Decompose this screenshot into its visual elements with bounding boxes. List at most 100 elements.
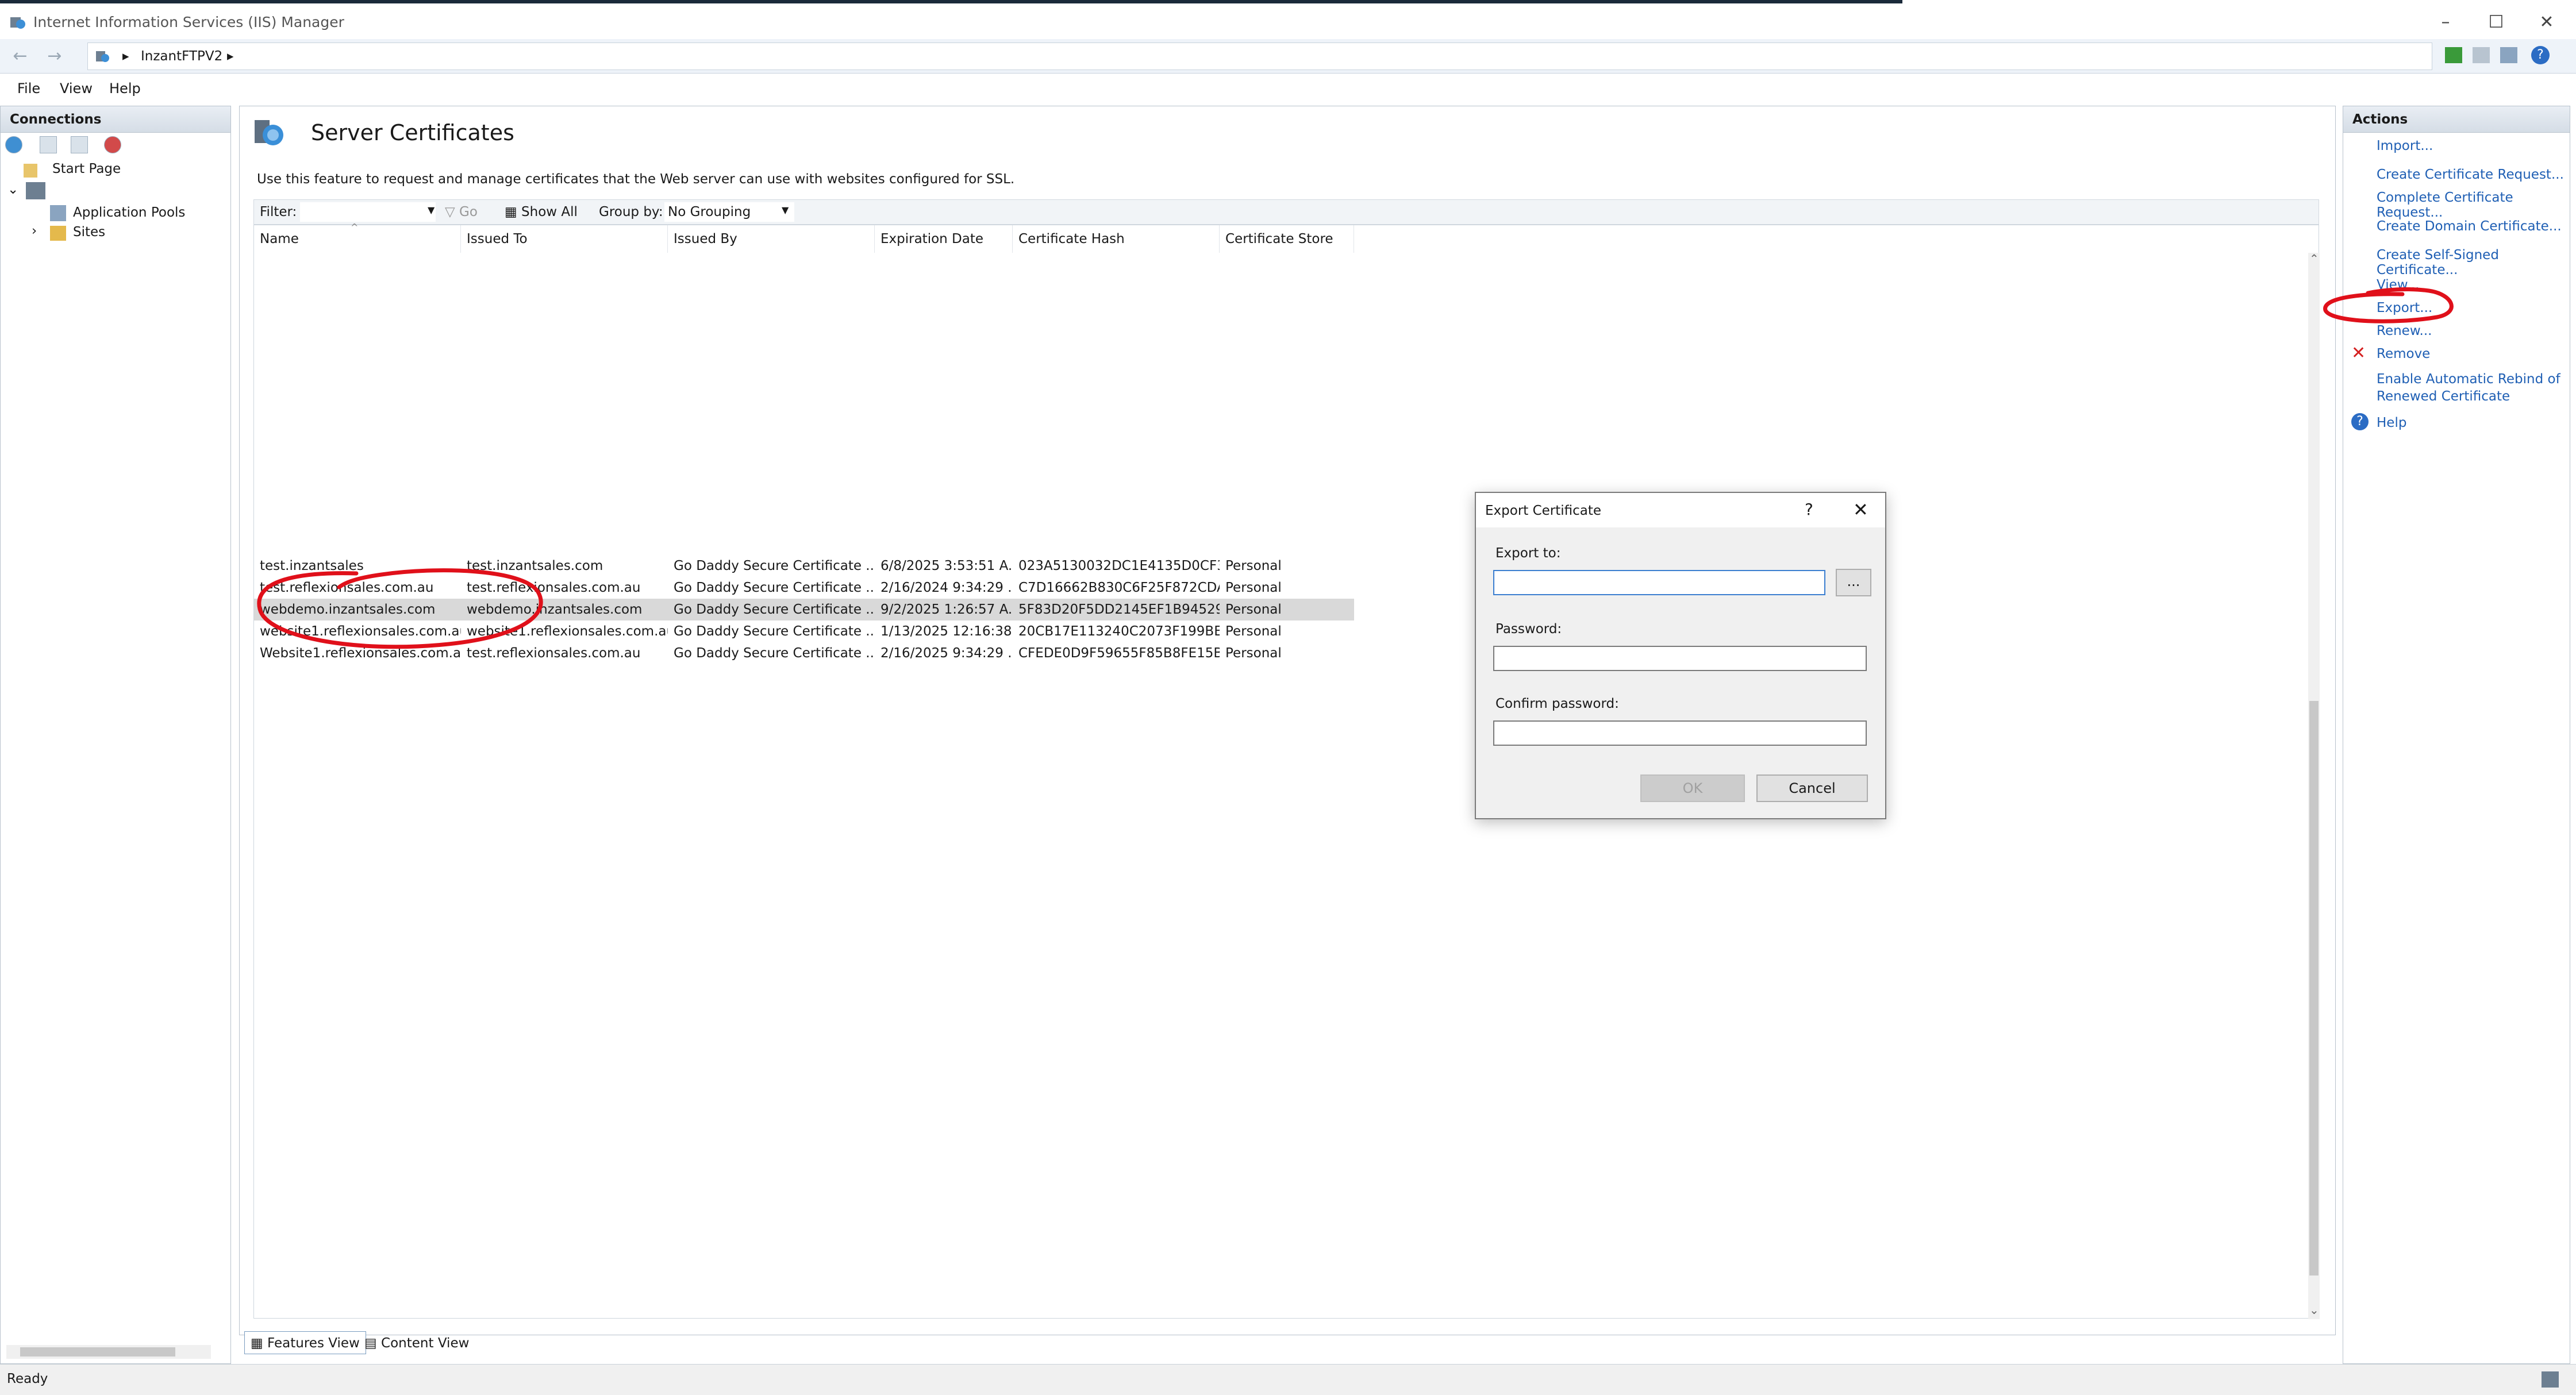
group-by-select[interactable]: No Grouping ▼: [664, 202, 794, 222]
disconnect-icon[interactable]: [104, 136, 121, 153]
table-row-selected[interactable]: webdemo.inzantsales.com webdemo.inzantsa…: [254, 599, 1354, 621]
column-certificate-store[interactable]: Certificate Store: [1220, 225, 1354, 253]
action-create-certificate-request[interactable]: Create Certificate Request...: [2377, 167, 2564, 182]
window-title: Internet Information Services (IIS) Mana…: [33, 14, 344, 30]
breadcrumb-node[interactable]: InzantFTPV2: [141, 49, 222, 64]
filter-dropdown-icon[interactable]: ▼: [428, 205, 435, 215]
home-icon[interactable]: [2500, 47, 2517, 63]
column-expiration-date[interactable]: Expiration Date: [875, 225, 1013, 253]
connect-icon[interactable]: [2445, 47, 2462, 63]
title-bar: Internet Information Services (IIS) Mana…: [0, 3, 2576, 39]
action-import[interactable]: Import...: [2377, 138, 2433, 153]
expand-sites-icon[interactable]: ›: [32, 223, 37, 238]
action-create-self-signed-certificate[interactable]: Create Self-Signed Certificate...: [2377, 248, 2570, 278]
vscroll-thumb[interactable]: [2309, 701, 2319, 1275]
browse-button[interactable]: ...: [1836, 569, 1871, 596]
features-view-icon: ▦: [251, 1336, 263, 1351]
table-row[interactable]: website1.reflexionsales.com.au website1.…: [254, 621, 1354, 642]
password-input[interactable]: [1493, 646, 1867, 671]
dialog-title-bar: Export Certificate ? ✕: [1476, 493, 1885, 527]
page-title: Server Certificates: [311, 120, 514, 145]
server-certificates-icon: [255, 120, 283, 145]
menu-bar: File View Help: [0, 74, 2576, 102]
connections-hscroll[interactable]: [6, 1345, 211, 1359]
page-description: Use this feature to request and manage c…: [257, 172, 1015, 187]
show-all-button[interactable]: ▦ Show All: [505, 205, 578, 219]
action-create-domain-certificate[interactable]: Create Domain Certificate...: [2377, 219, 2562, 234]
export-certificate-dialog: Export Certificate ? ✕ Export to: ... Pa…: [1475, 492, 1886, 819]
tab-content-view[interactable]: ▤ Content View: [358, 1331, 475, 1354]
view-tabs: ▦ Features View ▤ Content View: [240, 1330, 2336, 1357]
ok-button[interactable]: OK: [1640, 774, 1745, 802]
content-view-icon: ▤: [364, 1336, 377, 1351]
help-icon[interactable]: ?: [2531, 46, 2550, 64]
export-to-input[interactable]: [1493, 570, 1825, 595]
connect-to-server-icon[interactable]: [5, 136, 22, 153]
group-by-dropdown-icon: ▼: [782, 205, 789, 215]
dialog-title: Export Certificate: [1485, 503, 1602, 518]
action-view[interactable]: View...: [2377, 278, 2419, 292]
iis-manager-icon: [10, 17, 25, 29]
confirm-password-input[interactable]: [1493, 720, 1867, 746]
menu-help[interactable]: Help: [109, 80, 141, 97]
confirm-password-label: Confirm password:: [1495, 696, 1619, 711]
save-icon[interactable]: [40, 136, 57, 153]
application-pools-icon: [50, 205, 66, 221]
sites-folder-icon: [50, 226, 66, 241]
forward-icon[interactable]: →: [41, 44, 68, 70]
back-icon[interactable]: ←: [7, 44, 33, 70]
action-export[interactable]: Export...: [2377, 300, 2432, 315]
filter-label: Filter:: [260, 205, 297, 219]
close-window-icon[interactable]: ✕: [2527, 8, 2567, 37]
mail-icon[interactable]: [2473, 47, 2490, 63]
dialog-close-icon[interactable]: ✕: [1853, 499, 1868, 521]
filter-bar: Filter: ▼ ▽ Go ▦ Show All Group by: No G…: [253, 199, 2319, 225]
column-issued-to[interactable]: Issued To: [461, 225, 668, 253]
breadcrumb[interactable]: ▸ InzantFTPV2 ▸: [87, 43, 2432, 70]
breadcrumb-separator-icon: ▸: [122, 49, 129, 64]
cancel-button[interactable]: Cancel: [1756, 774, 1868, 802]
table-row[interactable]: Website1.reflexionsales.com.au test.refl…: [254, 642, 1354, 664]
expand-server-icon[interactable]: ⌄: [7, 182, 18, 197]
status-server-icon: [2542, 1371, 2559, 1388]
tab-features-view[interactable]: ▦ Features View: [244, 1331, 366, 1354]
help-circle-icon: ?: [2351, 413, 2369, 430]
table-vscroll[interactable]: ⌃ ⌄: [2308, 252, 2320, 1319]
column-issued-by[interactable]: Issued By: [668, 225, 875, 253]
menu-file[interactable]: File: [17, 80, 40, 97]
action-help[interactable]: Help: [2377, 415, 2406, 430]
server-node-icon[interactable]: [26, 182, 45, 199]
certificates-table: Name ^ Issued To Issued By Expiration Da…: [253, 222, 2320, 1319]
show-all-icon: ▦: [505, 205, 517, 219]
filter-input[interactable]: [300, 202, 436, 222]
action-enable-automatic-rebind-line2[interactable]: Renewed Certificate: [2377, 389, 2510, 404]
actions-panel: Actions Import... Create Certificate Req…: [2343, 106, 2570, 1364]
column-certificate-hash[interactable]: Certificate Hash: [1013, 225, 1220, 253]
scroll-up-icon[interactable]: ⌃: [2309, 252, 2319, 265]
server-node-icon: [96, 51, 109, 62]
minimize-icon[interactable]: –: [2425, 8, 2466, 37]
dialog-help-icon[interactable]: ?: [1805, 500, 1813, 519]
action-enable-automatic-rebind[interactable]: Enable Automatic Rebind of: [2377, 372, 2560, 387]
main-content: Server Certificates Use this feature to …: [239, 106, 2336, 1354]
action-renew[interactable]: Renew...: [2377, 323, 2432, 338]
maximize-icon[interactable]: ☐: [2476, 8, 2516, 37]
action-remove[interactable]: Remove: [2377, 346, 2430, 361]
scroll-down-icon[interactable]: ⌄: [2309, 1303, 2319, 1317]
status-bar: Ready: [0, 1364, 2576, 1395]
breadcrumb-dropdown-icon[interactable]: ▸: [227, 49, 234, 64]
table-row[interactable]: test.reflexionsales.com.au test.reflexio…: [254, 577, 1354, 599]
status-text: Ready: [7, 1371, 48, 1386]
connections-header: Connections: [1, 106, 230, 133]
table-row[interactable]: test.inzantsales test.inzantsales.com Go…: [254, 555, 1354, 577]
group-by-label: Group by:: [599, 205, 663, 219]
hscroll-thumb[interactable]: [20, 1347, 175, 1357]
address-bar: ← → ▸ InzantFTPV2 ▸ ?: [0, 39, 2576, 74]
action-complete-certificate-request[interactable]: Complete Certificate Request...: [2377, 190, 2570, 220]
menu-view[interactable]: View: [60, 80, 93, 97]
actions-header: Actions: [2343, 106, 2570, 133]
go-button[interactable]: ▽ Go: [445, 205, 478, 219]
up-level-icon[interactable]: [71, 136, 88, 153]
password-label: Password:: [1495, 622, 1562, 637]
remove-icon: ✕: [2351, 343, 2366, 363]
